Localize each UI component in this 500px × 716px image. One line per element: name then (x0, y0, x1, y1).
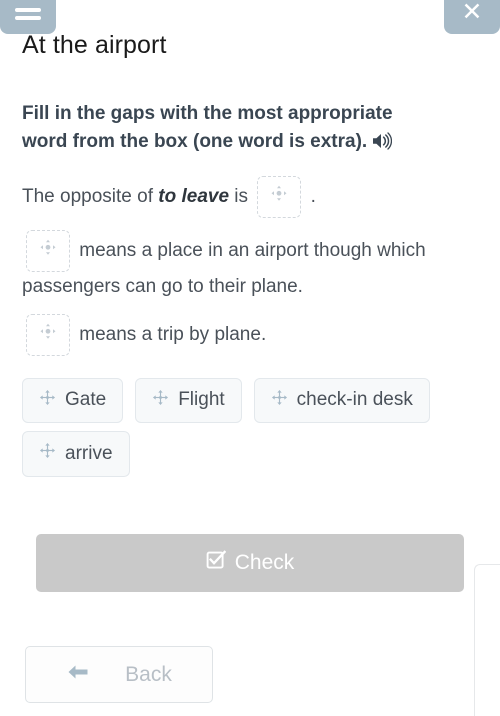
instruction-label: Fill in the gaps with the most appropria… (22, 103, 393, 152)
move-arrows-icon (271, 389, 288, 413)
side-panel-edge (474, 564, 500, 716)
close-x-icon: ✕ (461, 0, 483, 26)
drop-slot-2[interactable] (26, 230, 70, 273)
sentence-2-text-after: means a place in an airport though which… (22, 240, 426, 298)
sentence-3-text-after: means a trip by plane. (74, 323, 267, 345)
word-chip-flight[interactable]: Flight (135, 377, 242, 424)
exercise-content: Fill in the gaps with the most appropria… (0, 100, 500, 478)
drop-slot-3[interactable] (26, 313, 70, 356)
arrow-left-icon (66, 662, 91, 688)
sentence-1-text-after: . (305, 186, 316, 208)
word-chip-label: check-in desk (296, 389, 413, 411)
move-arrows-icon (39, 389, 56, 413)
gap-sentence-1: The opposite of to leave is . (0, 176, 500, 219)
instruction-text: Fill in the gaps with the most appropria… (0, 100, 460, 158)
back-button-label: Back (125, 662, 172, 686)
check-button-label: Check (234, 551, 295, 574)
move-arrows-icon (39, 442, 56, 466)
check-button[interactable]: Check (36, 534, 464, 592)
gap-sentence-2: means a place in an airport though which… (0, 230, 500, 301)
gap-sentence-3: means a trip by plane. (0, 313, 500, 356)
drop-slot-1[interactable] (257, 176, 302, 219)
close-button[interactable]: ✕ (444, 0, 500, 34)
move-arrows-icon (39, 236, 57, 265)
hamburger-menu-icon (15, 4, 41, 24)
sentence-1-emphasis: to leave (158, 186, 230, 208)
back-button[interactable]: Back (25, 646, 213, 703)
checkbox-checked-icon (206, 550, 226, 576)
hamburger-menu-button[interactable] (0, 0, 56, 34)
word-chip-label: arrive (65, 442, 113, 464)
move-arrows-icon (270, 182, 288, 211)
word-bank: Gate Flight check-in desk arrive (0, 377, 475, 478)
exercise-screen: ✕ At the airport Fill in the gaps with t… (0, 0, 500, 716)
word-chip-label: Flight (178, 389, 225, 411)
word-chip-arrive[interactable]: arrive (22, 431, 130, 478)
sentence-1-text-before: The opposite of (22, 186, 159, 208)
page-title: At the airport (22, 31, 167, 59)
sentence-1-text-middle: is (229, 186, 254, 208)
move-arrows-icon (39, 320, 57, 349)
word-chip-label: Gate (65, 389, 107, 411)
speaker-audio-icon[interactable] (372, 131, 393, 159)
word-chip-check-in-desk[interactable]: check-in desk (253, 377, 430, 424)
word-chip-gate[interactable]: Gate (22, 377, 124, 424)
move-arrows-icon (152, 389, 169, 413)
